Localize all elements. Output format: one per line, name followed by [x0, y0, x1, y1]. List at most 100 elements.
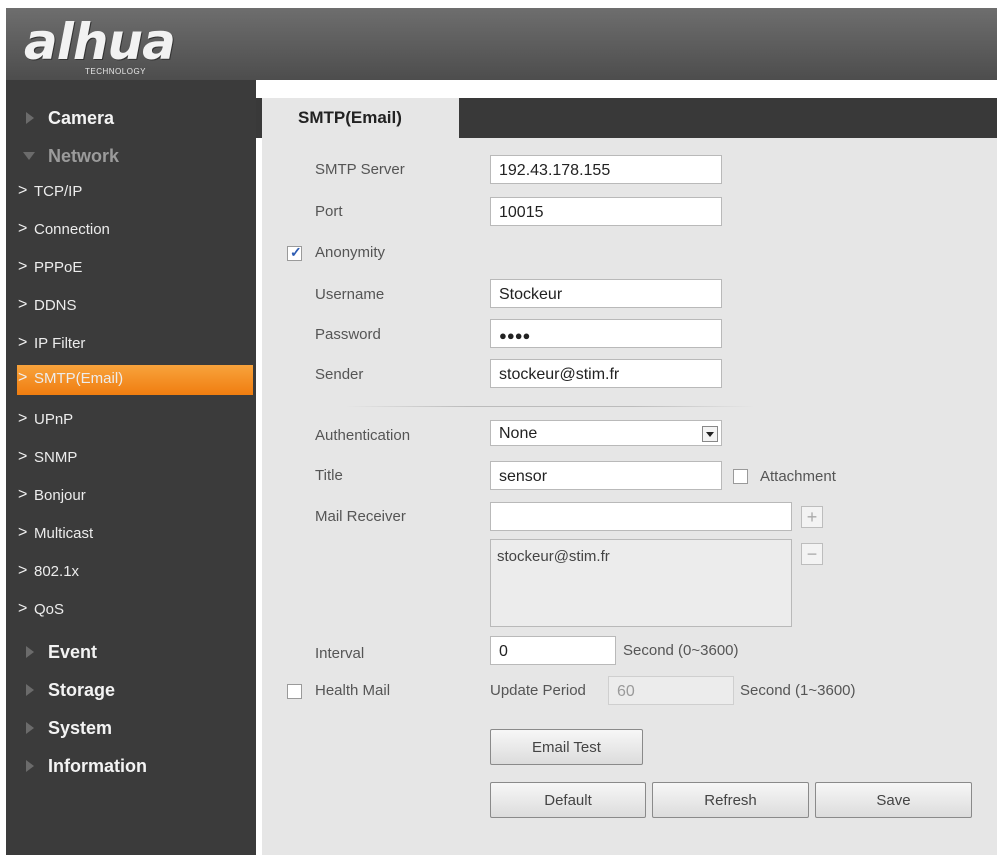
smtp-server-input[interactable]: 192.43.178.155	[490, 155, 722, 184]
update-period-unit: Second (1~3600)	[740, 682, 856, 699]
sidebar-item-label: Bonjour	[34, 487, 86, 504]
minus-icon: −	[806, 544, 818, 564]
sidebar-item-label: QoS	[34, 601, 65, 618]
logo-text: alhua	[24, 13, 176, 71]
tab-smtp-email[interactable]: SMTP(Email)	[262, 98, 459, 138]
button-label: Email Test	[532, 739, 601, 756]
save-button[interactable]: Save	[815, 782, 972, 818]
checkmark-icon: ✓	[290, 244, 302, 260]
sidebar-group-label: Storage	[48, 680, 116, 700]
sidebar-item-ddns[interactable]: > DDNS	[6, 292, 256, 322]
password-input[interactable]: ●●●●	[490, 319, 722, 348]
email-test-button[interactable]: Email Test	[490, 729, 643, 765]
chevron-right-icon: >	[18, 182, 28, 199]
sidebar-group-label: System	[48, 718, 113, 738]
sidebar-item-8021x[interactable]: > 802.1x	[6, 558, 256, 588]
sidebar-item-label: SMTP(Email)	[34, 370, 124, 387]
health-mail-checkbox[interactable]	[287, 684, 302, 699]
update-period-input[interactable]: 60	[608, 676, 734, 705]
section-divider	[345, 406, 755, 407]
authentication-select[interactable]: None	[490, 420, 722, 446]
app-header: alhua TECHNOLOGY	[6, 8, 997, 80]
sidebar-item-multicast[interactable]: > Multicast	[6, 520, 256, 550]
port-label: Port	[315, 203, 343, 220]
sidebar-group-event[interactable]: Event	[6, 636, 256, 668]
collapsed-triangle-icon	[26, 760, 34, 772]
sidebar-group-label: Camera	[48, 108, 115, 128]
chevron-right-icon: >	[18, 600, 28, 617]
sidebar-group-label: Information	[48, 756, 147, 776]
tab-bar: SMTP(Email)	[256, 98, 997, 138]
sidebar-item-pppoe[interactable]: > PPPoE	[6, 254, 256, 284]
collapsed-triangle-icon	[26, 722, 34, 734]
collapsed-triangle-icon	[26, 112, 34, 124]
sidebar-item-label: 802.1x	[34, 563, 80, 580]
chevron-right-icon: >	[18, 369, 28, 386]
chevron-right-icon: >	[18, 334, 28, 351]
chevron-right-icon: >	[18, 562, 28, 579]
logo-subtitle: TECHNOLOGY	[85, 67, 147, 76]
sidebar-item-label: Multicast	[34, 525, 94, 542]
chevron-right-icon: >	[18, 220, 28, 237]
sidebar-item-label: UPnP	[34, 411, 74, 428]
sidebar-item-qos[interactable]: > QoS	[6, 596, 256, 626]
button-label: Refresh	[704, 792, 757, 809]
interval-input[interactable]: 0	[490, 636, 616, 665]
chevron-right-icon: >	[18, 410, 28, 427]
sidebar-item-snmp[interactable]: > SNMP	[6, 444, 256, 474]
sidebar-group-label: Network	[48, 146, 120, 166]
add-receiver-button[interactable]: +	[801, 506, 823, 528]
sidebar-item-label: TCP/IP	[34, 183, 83, 200]
smtp-server-label: SMTP Server	[315, 161, 405, 178]
username-input[interactable]: Stockeur	[490, 279, 722, 308]
sidebar-group-storage[interactable]: Storage	[6, 674, 256, 706]
sidebar-item-label: Connection	[34, 221, 110, 238]
sidebar-group-label: Event	[48, 642, 98, 662]
port-input[interactable]: 10015	[490, 197, 722, 226]
expanded-triangle-icon	[23, 152, 35, 160]
health-mail-label: Health Mail	[315, 682, 391, 699]
sidebar-item-upnp[interactable]: > UPnP	[6, 406, 256, 436]
title-label: Title	[315, 467, 343, 484]
anonymity-checkbox[interactable]: ✓	[287, 244, 302, 261]
dahua-logo: alhua TECHNOLOGY	[12, 13, 237, 78]
sidebar-group-information[interactable]: Information	[6, 750, 256, 782]
authentication-label: Authentication	[315, 427, 411, 444]
sender-input[interactable]: stockeur@stim.fr	[490, 359, 722, 388]
interval-unit: Second (0~3600)	[623, 642, 739, 659]
sidebar-item-label: SNMP	[34, 449, 78, 466]
plus-icon: +	[806, 507, 818, 527]
sidebar-item-smtp-email[interactable]: > SMTP(Email)	[17, 365, 253, 395]
title-input[interactable]: sensor	[490, 461, 722, 490]
sidebar-item-bonjour[interactable]: > Bonjour	[6, 482, 256, 512]
button-label: Default	[544, 792, 592, 809]
chevron-right-icon: >	[18, 296, 28, 313]
tab-label: SMTP(Email)	[298, 108, 402, 127]
default-button[interactable]: Default	[490, 782, 646, 818]
list-item[interactable]: stockeur@stim.fr	[497, 548, 785, 565]
refresh-button[interactable]: Refresh	[652, 782, 809, 818]
collapsed-triangle-icon	[26, 684, 34, 696]
sidebar-item-connection[interactable]: > Connection	[6, 216, 256, 246]
chevron-right-icon: >	[18, 486, 28, 503]
remove-receiver-button[interactable]: −	[801, 543, 823, 565]
anonymity-label: Anonymity	[315, 244, 386, 261]
receiver-list[interactable]: stockeur@stim.fr	[490, 539, 792, 627]
sidebar-group-network[interactable]: Network	[6, 140, 256, 172]
sender-label: Sender	[315, 366, 364, 383]
sidebar-group-system[interactable]: System	[6, 712, 256, 744]
username-label: Username	[315, 286, 385, 303]
mail-receiver-input[interactable]	[490, 502, 792, 531]
dropdown-arrow-icon[interactable]	[702, 426, 718, 442]
collapsed-triangle-icon	[26, 646, 34, 658]
sidebar-item-label: DDNS	[34, 297, 77, 314]
sidebar-item-label: IP Filter	[34, 335, 86, 352]
sidebar-item-tcpip[interactable]: > TCP/IP	[6, 178, 256, 208]
sidebar-group-camera[interactable]: Camera	[6, 102, 256, 134]
sidebar-item-ip-filter[interactable]: > IP Filter	[6, 330, 256, 360]
mail-receiver-label: Mail Receiver	[315, 508, 406, 525]
password-label: Password	[315, 326, 381, 343]
chevron-right-icon: >	[18, 448, 28, 465]
sidebar: Camera Network > TCP/IP > Connection > P…	[6, 80, 256, 855]
attachment-checkbox[interactable]	[733, 469, 748, 484]
